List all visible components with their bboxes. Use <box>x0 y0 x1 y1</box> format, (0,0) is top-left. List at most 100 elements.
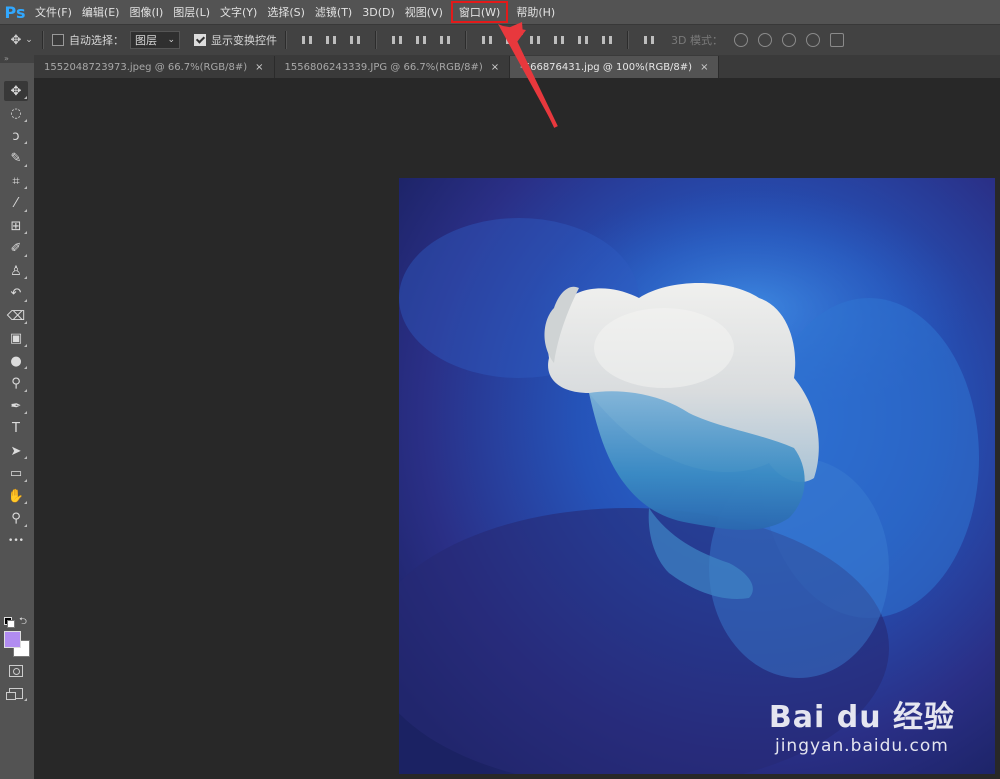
divider <box>465 31 467 49</box>
path-select-tool-glyph: ➤ <box>10 443 22 459</box>
crop-tool-icon[interactable]: ⌗ <box>4 171 28 191</box>
document-tab[interactable]: -666876431.jpg @ 100%(RGB/8#) × <box>510 56 720 78</box>
show-transform-label: 显示变换控件 <box>211 34 277 47</box>
quick-select-tool-icon[interactable]: ✎ <box>4 149 28 169</box>
gradient-tool-glyph: ▣ <box>9 331 23 346</box>
document-tab-label: 1556806243339.JPG @ 66.7%(RGB/8#) <box>284 61 483 73</box>
menu-item-10[interactable]: 帮助(H) <box>511 0 560 24</box>
healing-brush-tool-glyph: ⊞ <box>10 218 22 234</box>
brush-tool-glyph: ✐ <box>10 241 22 256</box>
color-swatches <box>4 631 30 657</box>
distribute-bottom-icon[interactable] <box>528 33 542 47</box>
foreground-color-swatch[interactable] <box>4 631 21 648</box>
zoom-tool-icon[interactable]: ⚲ <box>4 509 28 529</box>
move-tool-icon[interactable]: ✥ <box>4 81 28 101</box>
quick-select-tool-glyph: ✎ <box>10 151 22 166</box>
clone-stamp-tool-icon[interactable]: ♙ <box>4 261 28 281</box>
3d-pan-icon[interactable] <box>781 33 796 47</box>
close-icon[interactable]: × <box>491 62 499 73</box>
screen-mode-icon[interactable] <box>4 683 28 703</box>
blur-tool-icon[interactable]: ● <box>4 351 28 371</box>
auto-select-checkbox[interactable] <box>52 34 64 46</box>
menu-bar: Ps 文件(F) 编辑(E) 图像(I) 图层(L) 文字(Y) 选择(S) 滤镜(T) 3D… <box>0 0 1000 24</box>
chevron-down-icon: ⌄ <box>167 35 175 45</box>
auto-align-icon[interactable] <box>642 33 656 47</box>
baidu-watermark: Bai du 经验 jingyan.baidu.com <box>769 692 955 756</box>
rectangle-tool-icon[interactable]: ▭ <box>4 464 28 484</box>
menu-item-3[interactable]: 图层(L) <box>168 0 215 24</box>
path-select-tool-icon[interactable]: ➤ <box>4 441 28 461</box>
menu-item-6[interactable]: 滤镜(T) <box>310 0 357 24</box>
history-brush-tool-icon[interactable]: ↶ <box>4 284 28 304</box>
type-tool-icon[interactable]: T <box>4 419 28 439</box>
panel-collapse-handle[interactable]: » <box>0 55 34 63</box>
dodge-tool-icon[interactable]: ⚲ <box>4 374 28 394</box>
lasso-tool-icon[interactable]: ↄ <box>4 126 28 146</box>
distribute-vcenter-icon[interactable] <box>504 33 518 47</box>
pen-tool-icon[interactable]: ✒ <box>4 396 28 416</box>
menu-item-9[interactable]: 窗口(W) <box>450 1 509 23</box>
chevron-down-icon[interactable]: ⌄ <box>24 32 34 48</box>
edit-toolbar-icon[interactable]: ••• <box>4 531 28 551</box>
auto-select-label: 自动选择： <box>69 34 124 47</box>
3d-scale-icon[interactable] <box>829 33 844 47</box>
move-tool-icon[interactable]: ✥ <box>8 32 24 48</box>
3d-slide-icon[interactable] <box>805 33 820 47</box>
3d-orbit-icon[interactable] <box>733 33 748 47</box>
document-tab[interactable]: 1556806243339.JPG @ 66.7%(RGB/8#) × <box>274 56 511 78</box>
align-bottom-edges-icon[interactable] <box>348 33 362 47</box>
menu-item-1[interactable]: 编辑(E) <box>77 0 125 24</box>
hand-tool-icon[interactable]: ✋ <box>4 486 28 506</box>
edit-toolbar-glyph: ••• <box>8 536 24 546</box>
clone-stamp-tool-glyph: ♙ <box>10 263 22 279</box>
layer-select-dropdown[interactable]: 图层 ⌄ <box>130 31 180 49</box>
watermark-logo: Bai du 经验 <box>768 700 955 735</box>
move-tool-glyph: ✥ <box>10 83 22 99</box>
menu-item-8[interactable]: 视图(V) <box>400 0 448 24</box>
healing-brush-tool-icon[interactable]: ⊞ <box>4 216 28 236</box>
menu-item-0[interactable]: 文件(F) <box>30 0 77 24</box>
gradient-tool-icon[interactable]: ▣ <box>4 329 28 349</box>
align-left-edges-icon[interactable] <box>390 33 404 47</box>
document-canvas-image[interactable]: Bai du 经验 jingyan.baidu.com <box>399 178 995 774</box>
type-tool-glyph: T <box>12 421 20 436</box>
menu-item-2[interactable]: 图像(I) <box>124 0 168 24</box>
eyedropper-tool-icon[interactable]: ⁄ <box>4 194 28 214</box>
distribute-right-icon[interactable] <box>600 33 614 47</box>
brush-tool-icon[interactable]: ✐ <box>4 239 28 259</box>
distribute-hcenter-icon[interactable] <box>576 33 590 47</box>
crop-tool-glyph: ⌗ <box>12 173 20 189</box>
cloud-painting <box>399 178 995 774</box>
blur-tool-glyph: ● <box>10 353 22 369</box>
marquee-tool-icon[interactable]: ◌ <box>4 104 28 124</box>
rectangle-tool-glyph: ▭ <box>9 466 23 481</box>
zoom-tool-glyph: ⚲ <box>11 511 21 526</box>
document-tab-bar: 1552048723973.jpeg @ 66.7%(RGB/8#) × 15568… <box>34 55 1000 78</box>
quick-mask-icon[interactable] <box>4 661 28 681</box>
align-right-edges-icon[interactable] <box>438 33 452 47</box>
distribute-top-icon[interactable] <box>480 33 494 47</box>
history-brush-tool-glyph: ↶ <box>10 286 22 301</box>
show-transform-checkbox[interactable] <box>194 34 206 46</box>
3d-mode-label: 3D 模式： <box>671 34 723 47</box>
document-tab-label: -666876431.jpg @ 100%(RGB/8#) <box>520 61 693 73</box>
align-top-edges-icon[interactable] <box>300 33 314 47</box>
menu-item-4[interactable]: 文字(Y) <box>215 0 262 24</box>
divider <box>285 31 287 49</box>
align-vertical-centers-icon[interactable] <box>324 33 338 47</box>
eraser-tool-icon[interactable]: ⌫ <box>4 306 28 326</box>
layer-select-value: 图层 <box>135 34 157 47</box>
close-icon[interactable]: × <box>255 62 263 73</box>
eraser-tool-glyph: ⌫ <box>6 308 26 324</box>
close-icon[interactable]: × <box>700 62 708 73</box>
default-colors-icon[interactable] <box>4 617 15 628</box>
3d-roll-icon[interactable] <box>757 33 772 47</box>
menu-item-5[interactable]: 选择(S) <box>262 0 310 24</box>
swap-colors-icon[interactable]: ⮌ <box>19 614 27 631</box>
distribute-left-icon[interactable] <box>552 33 566 47</box>
document-tab-label: 1552048723973.jpeg @ 66.7%(RGB/8#) <box>44 61 248 73</box>
menu-item-7[interactable]: 3D(D) <box>357 0 400 24</box>
document-tab[interactable]: 1552048723973.jpeg @ 66.7%(RGB/8#) × <box>34 56 275 78</box>
marquee-tool-glyph: ◌ <box>10 106 22 121</box>
align-horizontal-centers-icon[interactable] <box>414 33 428 47</box>
